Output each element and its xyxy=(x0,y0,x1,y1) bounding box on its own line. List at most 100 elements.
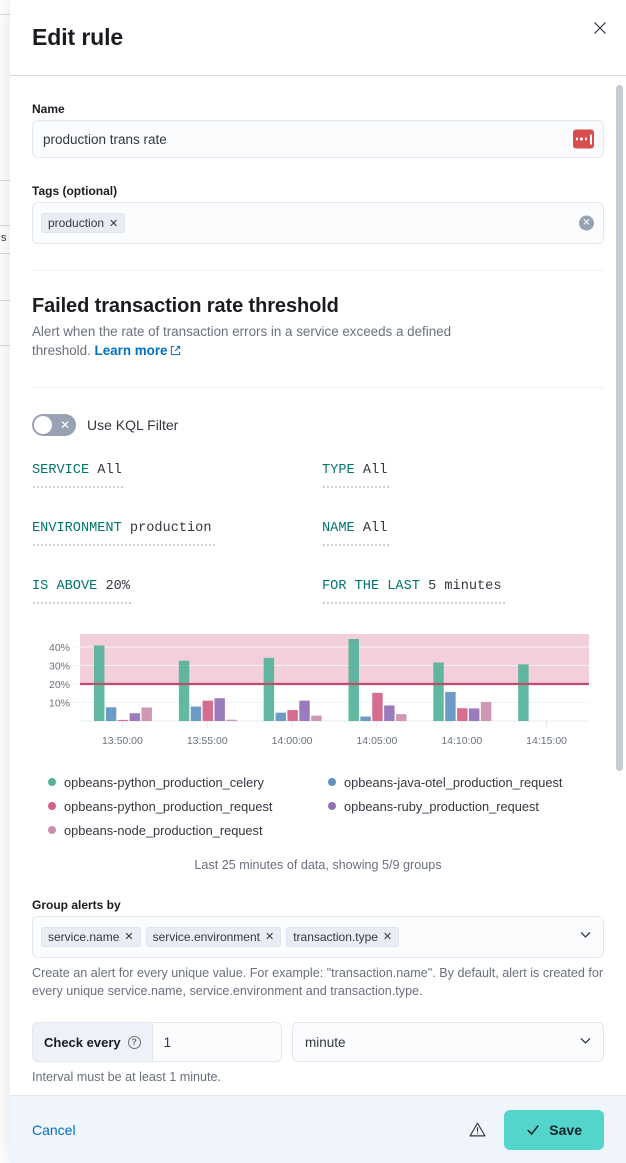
legend-color-dot xyxy=(48,826,56,834)
legend-color-dot xyxy=(48,802,56,810)
name-input[interactable]: production trans rate xyxy=(32,120,604,158)
svg-text:14:00:00: 14:00:00 xyxy=(272,735,313,747)
chart-legend: opbeans-python_production_celery opbeans-… xyxy=(32,775,604,838)
flyout-footer: Cancel Save xyxy=(10,1095,626,1163)
legend-color-dot xyxy=(48,778,56,786)
tags-label: Tags (optional) xyxy=(32,184,604,198)
query-underline xyxy=(322,602,507,604)
group-chip[interactable]: transaction.type ✕ xyxy=(286,927,399,947)
group-alerts-input[interactable]: service.name ✕ service.environment ✕ tra… xyxy=(32,916,604,958)
chevron-down-icon[interactable] xyxy=(579,928,592,946)
chart-footer-note: Last 25 minutes of data, showing 5/9 gro… xyxy=(32,858,604,872)
warning-triangle-icon[interactable] xyxy=(469,1121,486,1138)
legend-item[interactable]: opbeans-java-otel_production_request xyxy=(328,775,604,790)
check-every-unit-select[interactable]: minute xyxy=(292,1022,604,1062)
query-value: All xyxy=(363,521,387,536)
query-value: All xyxy=(97,463,121,478)
check-every-footnote: Interval must be at least 1 minute. xyxy=(32,1068,604,1086)
learn-more-link[interactable]: Learn more xyxy=(95,343,182,358)
typing-indicator-icon xyxy=(573,130,594,149)
tags-input[interactable]: production ✕ ✕ xyxy=(32,202,604,244)
legend-label: opbeans-java-otel_production_request xyxy=(344,775,562,790)
rule-type-description: Alert when the rate of transaction error… xyxy=(32,322,512,361)
edit-rule-flyout: Edit rule Name production trans rate Tag… xyxy=(10,0,626,1163)
use-kql-filter-toggle[interactable]: ✕ xyxy=(32,414,76,436)
save-button[interactable]: Save xyxy=(504,1110,604,1150)
legend-item[interactable]: opbeans-python_production_celery xyxy=(48,775,328,790)
legend-label: opbeans-python_production_celery xyxy=(64,775,264,790)
group-alerts-help: Create an alert for every unique value. … xyxy=(32,964,604,1001)
query-filter-type[interactable]: TYPE All xyxy=(322,462,604,488)
use-kql-filter-label: Use KQL Filter xyxy=(87,417,178,433)
tag-chip[interactable]: production ✕ xyxy=(41,213,125,233)
legend-item[interactable]: opbeans-python_production_request xyxy=(48,799,328,814)
query-filter-service[interactable]: SERVICE All xyxy=(32,462,322,488)
query-value: All xyxy=(363,463,387,478)
close-icon[interactable] xyxy=(586,14,614,42)
legend-color-dot xyxy=(328,802,336,810)
toggle-knob xyxy=(34,416,52,434)
group-chip-label: transaction.type xyxy=(293,930,378,944)
group-chip-remove-icon[interactable]: ✕ xyxy=(383,930,392,943)
query-key: IS ABOVE xyxy=(32,579,97,594)
query-key: ENVIRONMENT xyxy=(32,521,122,536)
group-chip-label: service.name xyxy=(48,930,119,944)
legend-item[interactable]: opbeans-node_production_request xyxy=(48,823,328,838)
check-every-unit-value: minute xyxy=(305,1035,346,1050)
check-every-label: Check every ? xyxy=(33,1023,153,1061)
query-key: SERVICE xyxy=(32,463,89,478)
query-filter-environment[interactable]: ENVIRONMENT production xyxy=(32,520,322,546)
svg-text:30%: 30% xyxy=(49,660,70,672)
external-link-icon xyxy=(170,342,181,353)
scrollbar-thumb[interactable] xyxy=(616,85,623,771)
query-value: 5 minutes xyxy=(428,579,501,594)
background-page: s xyxy=(0,0,10,1163)
query-underline xyxy=(32,486,124,488)
group-chip[interactable]: service.environment ✕ xyxy=(146,927,282,947)
group-chip-remove-icon[interactable]: ✕ xyxy=(124,930,133,943)
group-alerts-field-group: Group alerts by service.name ✕ service.e… xyxy=(32,898,604,1001)
svg-text:13:55:00: 13:55:00 xyxy=(187,735,228,747)
query-value: 20% xyxy=(105,579,129,594)
query-key: NAME xyxy=(322,521,355,536)
chart-canvas: 10%20%30%40%13:50:0013:55:0014:00:0014:0… xyxy=(32,626,592,761)
name-input-value: production trans rate xyxy=(41,132,167,147)
query-filter-for-the-last[interactable]: FOR THE LAST 5 minutes xyxy=(322,578,604,604)
query-filter-grid: SERVICE All TYPE All ENVIRONMENT product… xyxy=(32,462,604,604)
query-filter-name[interactable]: NAME All xyxy=(322,520,604,546)
legend-item[interactable]: opbeans-ruby_production_request xyxy=(328,799,604,814)
name-label: Name xyxy=(32,102,604,116)
tag-chip-remove-icon[interactable]: ✕ xyxy=(109,217,118,230)
query-underline xyxy=(322,486,390,488)
vertical-scrollbar[interactable] xyxy=(616,85,623,771)
divider-2 xyxy=(32,387,604,388)
page-title: Edit rule xyxy=(32,24,123,51)
cancel-button[interactable]: Cancel xyxy=(32,1122,76,1138)
group-chip-remove-icon[interactable]: ✕ xyxy=(265,930,274,943)
chevron-down-icon xyxy=(579,1034,592,1050)
query-key: TYPE xyxy=(322,463,355,478)
svg-text:14:05:00: 14:05:00 xyxy=(356,735,397,747)
name-field-group: Name production trans rate xyxy=(32,102,604,158)
learn-more-label: Learn more xyxy=(95,343,168,358)
tags-field-group: Tags (optional) production ✕ ✕ xyxy=(32,184,604,244)
query-filter-is-above[interactable]: IS ABOVE 20% xyxy=(32,578,322,604)
toggle-off-icon: ✕ xyxy=(60,418,70,432)
flyout-body: Name production trans rate Tags (optiona… xyxy=(10,76,626,1095)
query-value: production xyxy=(130,521,212,536)
clear-tags-icon[interactable]: ✕ xyxy=(579,216,594,231)
help-icon[interactable]: ? xyxy=(128,1036,141,1049)
flyout-header: Edit rule xyxy=(10,0,626,76)
tag-chip-label: production xyxy=(48,216,104,230)
legend-label: opbeans-node_production_request xyxy=(64,823,263,838)
divider-1 xyxy=(32,270,604,271)
group-alerts-label: Group alerts by xyxy=(32,898,604,912)
legend-label: opbeans-python_production_request xyxy=(64,799,272,814)
group-chip[interactable]: service.name ✕ xyxy=(41,927,141,947)
rule-type-title: Failed transaction rate threshold xyxy=(32,295,604,318)
query-underline xyxy=(32,544,217,546)
legend-color-dot xyxy=(328,778,336,786)
check-every-input[interactable]: 1 xyxy=(153,1023,281,1061)
check-icon xyxy=(526,1123,540,1137)
check-every-text: Check every xyxy=(44,1035,121,1050)
